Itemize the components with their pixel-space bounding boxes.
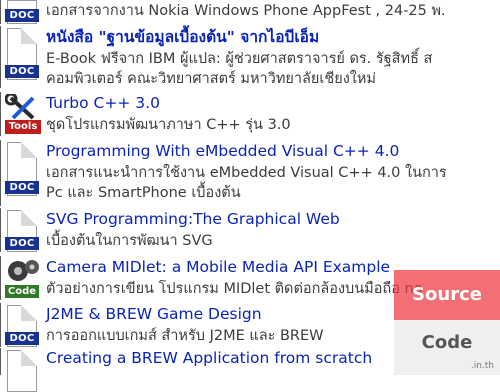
document-icon: DOC xyxy=(5,305,41,347)
item-description: เอกสารแนะนำการใช้งาน eMbedded Visual C++… xyxy=(46,165,447,181)
doc-badge: DOC xyxy=(5,332,39,345)
item-title-link[interactable]: หนังสือ "ฐานข้อมูลเบื้องต้น" จากไอบีเอ็ม xyxy=(46,28,319,47)
item-description-line2: คอมพิวเตอร์ คณะวิทยาศาสตร์ มหาวิทยาลัยเช… xyxy=(46,71,376,87)
list-item: DOC SVG Programming:The Graphical Web เบ… xyxy=(0,208,500,252)
item-title-link[interactable]: Creating a BREW Application from scratch xyxy=(46,349,372,368)
gears-icon: Code xyxy=(5,258,41,298)
list-item: DOC หนังสือ "ฐานข้อมูลเบื้องต้น" จากไอบี… xyxy=(0,26,500,88)
wrench-screwdriver-icon: Tools xyxy=(5,94,41,134)
document-icon: DOC xyxy=(5,28,41,80)
item-title-link[interactable]: SVG Programming:The Graphical Web xyxy=(46,210,340,229)
doc-badge: DOC xyxy=(5,181,39,194)
item-title-link[interactable]: Camera MIDlet: a Mobile Media API Exampl… xyxy=(46,258,390,277)
list-item: DOC เอกสารจากงาน Nokia Windows Phone App… xyxy=(0,0,500,24)
item-description-line2: Pc และ SmartPhone เบื้องต้น xyxy=(46,185,241,201)
watermark-code-label: Code .in.th xyxy=(394,320,500,375)
item-description: E-Book ฟรีจาก IBM ผู้แปล: ผู้ช่วยศาสตราจ… xyxy=(46,51,433,67)
item-description: ตัวอย่างการเขียน โปรแกรม MIDlet ติดต่อกล… xyxy=(46,281,423,297)
document-icon: DOC xyxy=(5,142,41,196)
document-icon: DOC xyxy=(5,210,41,252)
item-description: เอกสารจากงาน Nokia Windows Phone AppFest… xyxy=(46,3,446,19)
tools-badge: Tools xyxy=(5,120,41,134)
item-description: การออกแบบเกมส์ สำหรับ J2ME และ BREW xyxy=(46,328,324,344)
watermark-domain: .in.th xyxy=(470,361,494,371)
item-description: เบื้องต้นในการพัฒนา SVG xyxy=(46,233,213,249)
item-title-link[interactable]: Turbo C++ 3.0 xyxy=(46,94,160,113)
code-badge: Code xyxy=(5,285,39,298)
list-item: DOC Programming With eMbedded Visual C++… xyxy=(0,140,500,206)
item-description: ชุดโปรแกรมพัฒนาภาษา C++ รุ่น 3.0 xyxy=(46,117,291,133)
doc-badge: DOC xyxy=(5,237,39,250)
list-item: Tools Turbo C++ 3.0 ชุดโปรแกรมพัฒนาภาษา … xyxy=(0,92,500,136)
source-code-watermark: Source Code .in.th xyxy=(394,270,500,375)
item-title-link[interactable]: J2ME & BREW Game Design xyxy=(46,305,262,324)
item-title-link[interactable]: Programming With eMbedded Visual C++ 4.0 xyxy=(46,142,399,161)
doc-badge: DOC xyxy=(5,9,39,22)
watermark-code-text: Code xyxy=(421,332,473,353)
doc-badge: DOC xyxy=(5,65,39,78)
watermark-source-label: Source xyxy=(394,270,500,320)
document-icon: DOC xyxy=(5,0,41,24)
document-icon xyxy=(5,350,41,392)
